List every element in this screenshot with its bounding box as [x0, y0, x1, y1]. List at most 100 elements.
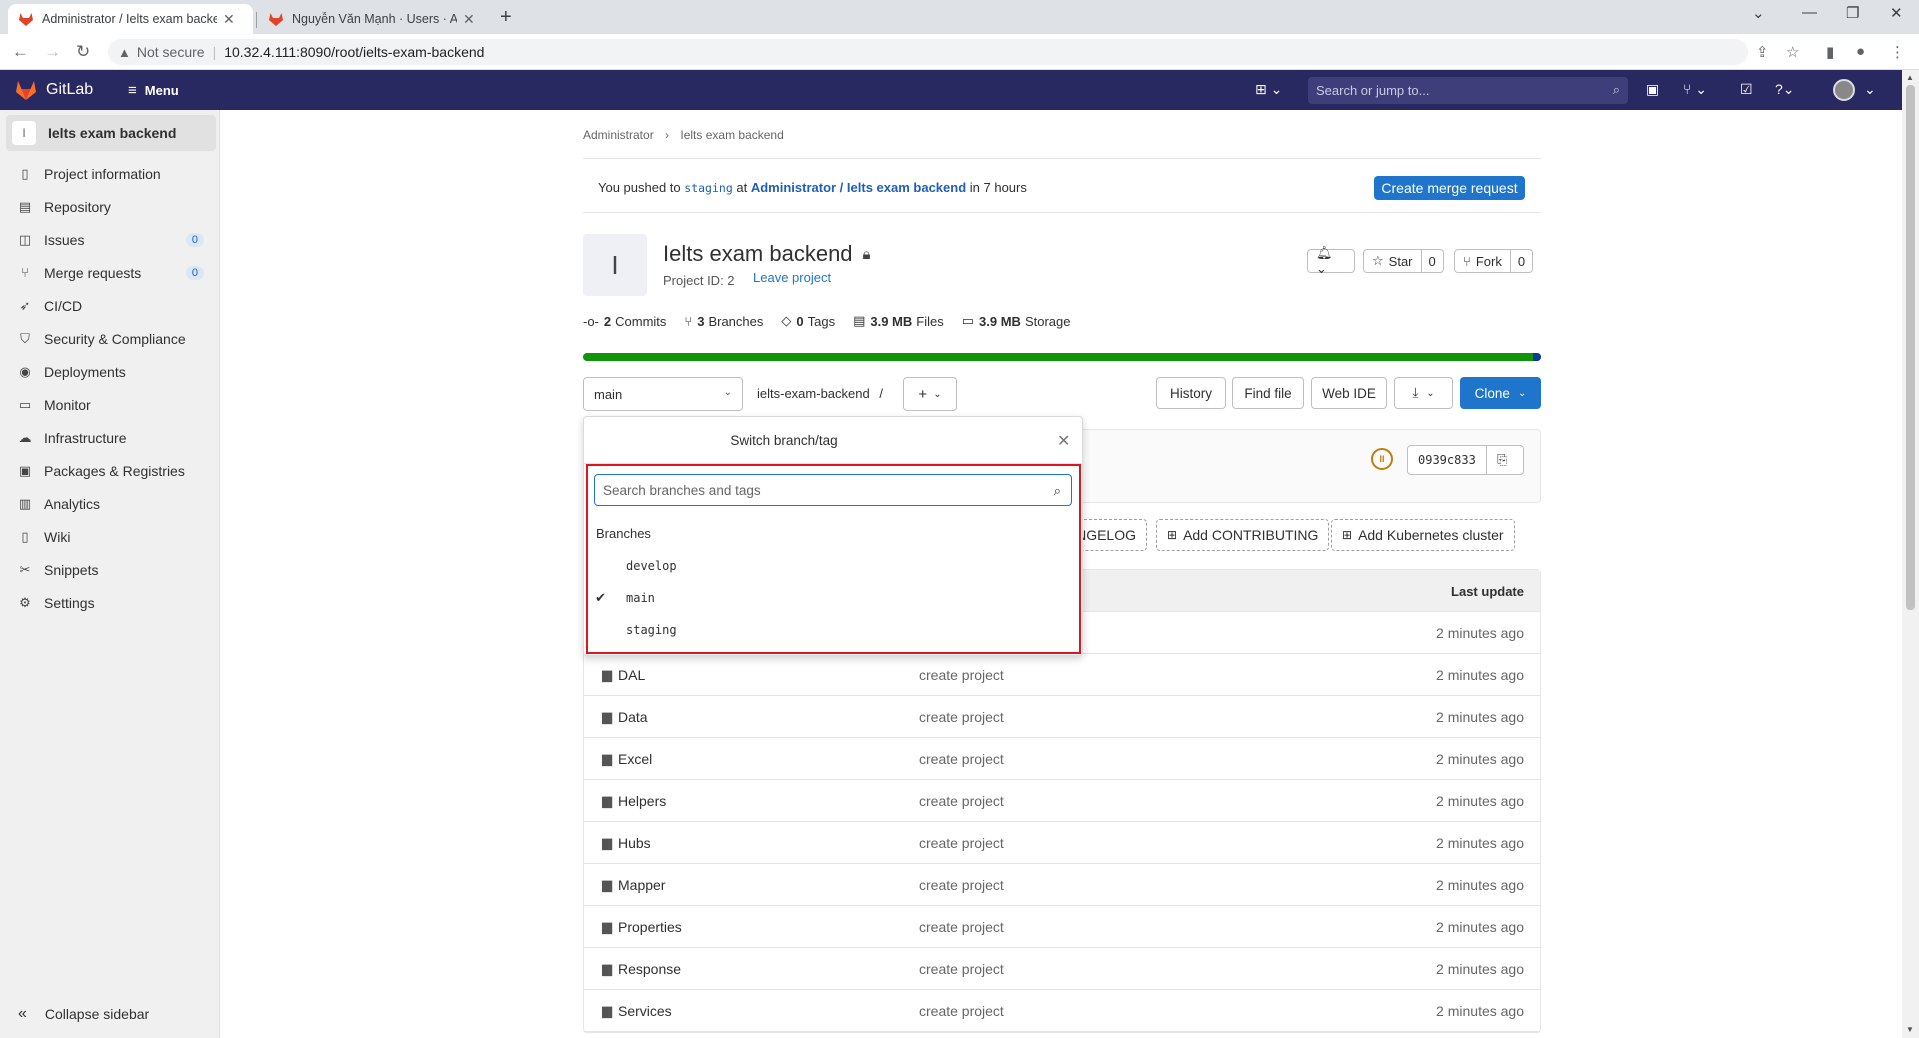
file-name-link[interactable]: ▆ Response	[602, 961, 681, 977]
table-row[interactable]: ▆ Mapper create project 2 minutes ago	[584, 864, 1540, 906]
sidebar-item-monitor[interactable]: ▭ Monitor	[0, 388, 220, 421]
leave-project-link[interactable]: Leave project	[753, 270, 831, 285]
table-row[interactable]: ▆ Services create project 2 minutes ago	[584, 990, 1540, 1032]
breadcrumb-current[interactable]: Ielts exam backend	[680, 128, 783, 142]
bookmark-star-icon[interactable]: ☆	[1786, 43, 1799, 61]
global-search-input[interactable]: Search or jump to... ⌕	[1308, 77, 1628, 104]
branch-selector[interactable]: main ⌄	[583, 377, 743, 411]
sidebar-item-analytics[interactable]: ▥ Analytics	[0, 487, 220, 520]
commit-message-link[interactable]: create project	[919, 793, 1004, 809]
fork-count[interactable]: 0	[1509, 250, 1532, 272]
find-file-button[interactable]: Find file	[1232, 377, 1304, 409]
url-bar[interactable]: ▲ Not secure | 10.32.4.111:8090/root/iel…	[108, 39, 1748, 65]
table-row[interactable]: ▆ Properties create project 2 minutes ago	[584, 906, 1540, 948]
stat-storage[interactable]: ▭ 3.9 MB Storage	[962, 313, 1071, 329]
file-name-link[interactable]: ▆ Properties	[602, 919, 682, 935]
sidebar-item-deployments[interactable]: ◉ Deployments	[0, 355, 220, 388]
sidebar-item-settings[interactable]: ⚙ Settings	[0, 586, 220, 619]
sidebar-item-ci-cd[interactable]: ➶ CI/CD	[0, 289, 220, 322]
table-row[interactable]: ▆ Helpers create project 2 minutes ago	[584, 780, 1540, 822]
add-kubernetes-button[interactable]: ⊞ Add Kubernetes cluster	[1331, 519, 1515, 551]
table-row[interactable]: ▆ Data create project 2 minutes ago	[584, 696, 1540, 738]
sidebar-item-snippets[interactable]: ✂ Snippets	[0, 553, 220, 586]
file-name-link[interactable]: ▆ Services	[602, 1003, 672, 1019]
window-close-icon[interactable]: ✕	[1890, 4, 1903, 22]
copy-icon[interactable]: ⎘	[1485, 446, 1518, 474]
fork-button[interactable]: ⑂ Fork 0	[1454, 249, 1534, 273]
stat-tags[interactable]: ◇ 0 Tags	[781, 313, 835, 329]
file-name-link[interactable]: ▆ DAL	[602, 667, 645, 683]
commit-message-link[interactable]: create project	[919, 667, 1004, 683]
share-icon[interactable]: ⇪	[1756, 43, 1769, 61]
create-merge-request-button[interactable]: Create merge request	[1374, 176, 1525, 200]
language-bar-segment[interactable]	[1533, 353, 1541, 361]
notification-button[interactable]: 🔔︎ ⌄	[1307, 245, 1355, 276]
scrollbar-thumb[interactable]	[1906, 85, 1915, 610]
sidebar-item-repository[interactable]: ▤ Repository	[0, 190, 220, 223]
close-icon[interactable]: ✕	[223, 11, 235, 28]
minimize-icon[interactable]: —	[1802, 4, 1817, 21]
sidebar-item-project-information[interactable]: ▯ Project information	[0, 157, 220, 190]
side-panel-icon[interactable]: ▮	[1826, 43, 1834, 61]
chevron-down-icon[interactable]: ⌄	[1864, 81, 1876, 98]
sidebar-project-header[interactable]: I Ielts exam backend	[6, 115, 216, 151]
table-row[interactable]: ▆ Excel create project 2 minutes ago	[584, 738, 1540, 780]
new-tab-icon[interactable]: +	[500, 6, 512, 29]
pushed-branch[interactable]: staging	[684, 181, 732, 195]
file-name-link[interactable]: ▆ Hubs	[602, 835, 651, 851]
more-menu-icon[interactable]: ⋮	[1890, 43, 1905, 61]
download-button[interactable]: ⤓ ⌄	[1394, 377, 1453, 409]
file-name-link[interactable]: ▆ Mapper	[602, 877, 665, 893]
file-name-link[interactable]: ▆ Excel	[602, 751, 652, 767]
forward-icon[interactable]: →	[44, 42, 61, 62]
stat-branches[interactable]: ⑂ 3 Branches	[684, 313, 763, 329]
sidebar-item-infrastructure[interactable]: ☁ Infrastructure	[0, 421, 220, 454]
stat-files[interactable]: ▤ 3.9 MB Files	[853, 313, 944, 329]
gitlab-logo[interactable]: GitLab	[14, 79, 93, 101]
add-to-tree-button[interactable]: + ⌄	[903, 377, 957, 411]
clone-button[interactable]: Clone ⌄	[1460, 377, 1541, 409]
tab-search-icon[interactable]: ⌄	[1752, 4, 1765, 22]
scroll-down-icon[interactable]: ▼	[1906, 1025, 1914, 1034]
table-row[interactable]: ▆ DAL create project 2 minutes ago	[584, 654, 1540, 696]
user-avatar[interactable]	[1833, 79, 1855, 101]
repository-language-bar[interactable]	[583, 353, 1541, 361]
sidebar-item-merge-requests[interactable]: ⑂ Merge requests 0	[0, 256, 220, 289]
back-icon[interactable]: ←	[12, 42, 29, 62]
issues-icon[interactable]: ▣	[1646, 81, 1659, 98]
reload-icon[interactable]: ↻	[76, 42, 90, 62]
browser-tab-active[interactable]: Administrator / Ielts exam backend ✕	[8, 4, 253, 34]
menu-button[interactable]: ≡ Menu	[128, 82, 179, 99]
profile-icon[interactable]: ●	[1856, 43, 1865, 60]
page-scrollbar[interactable]: ▲ ▼	[1902, 70, 1919, 1038]
commit-message-link[interactable]: create project	[919, 961, 1004, 977]
todos-icon[interactable]: ☑	[1740, 81, 1753, 98]
web-ide-button[interactable]: Web IDE	[1311, 377, 1387, 409]
star-button[interactable]: ☆ Star 0	[1363, 249, 1444, 273]
star-count[interactable]: 0	[1420, 250, 1443, 272]
pushed-project-link[interactable]: Administrator / Ielts exam backend	[751, 180, 966, 195]
scroll-up-icon[interactable]: ▲	[1906, 73, 1914, 82]
add-contributing-button[interactable]: ⊞ Add CONTRIBUTING	[1156, 519, 1330, 551]
file-name-link[interactable]: ▆ Data	[602, 709, 648, 725]
merge-requests-icon[interactable]: ⑂ ⌄	[1683, 81, 1707, 98]
pipeline-paused-icon[interactable]: II	[1371, 448, 1393, 470]
commit-message-link[interactable]: create project	[919, 709, 1004, 725]
close-icon[interactable]: ✕	[463, 11, 475, 28]
table-row[interactable]: ▆ Hubs create project 2 minutes ago	[584, 822, 1540, 864]
file-name-link[interactable]: ▆ Helpers	[602, 793, 666, 809]
history-button[interactable]: History	[1156, 377, 1226, 409]
sidebar-item-issues[interactable]: ◫ Issues 0	[0, 223, 220, 256]
commit-message-link[interactable]: create project	[919, 919, 1004, 935]
sidebar-item-wiki[interactable]: ▯ Wiki	[0, 520, 220, 553]
sidebar-item-security[interactable]: ⛉ Security & Compliance	[0, 322, 220, 355]
commit-message-link[interactable]: create project	[919, 835, 1004, 851]
close-icon[interactable]: ✕	[1057, 431, 1070, 451]
commit-message-link[interactable]: create project	[919, 877, 1004, 893]
create-new-icon[interactable]: ⊞ ⌄	[1255, 81, 1282, 98]
help-icon[interactable]: ?⌄	[1775, 81, 1795, 98]
commit-sha-text[interactable]: 0939c833	[1408, 453, 1486, 467]
collapse-sidebar-button[interactable]: « Collapse sidebar	[18, 1005, 149, 1023]
stat-commits[interactable]: -o- 2 Commits	[583, 313, 666, 329]
commit-message-link[interactable]: create project	[919, 751, 1004, 767]
